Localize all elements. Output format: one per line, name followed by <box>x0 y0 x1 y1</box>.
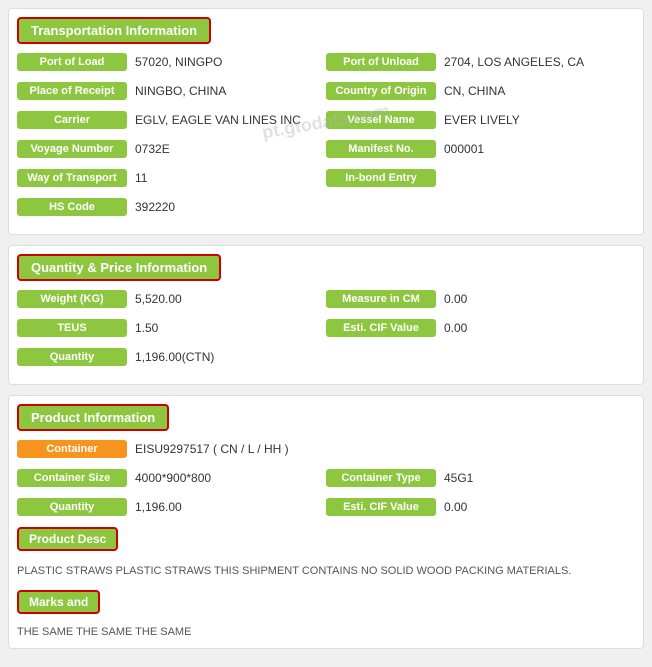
teus-field: TEUS 1.50 <box>17 318 326 338</box>
transport-row-5: Way of Transport 11 In-bond Entry <box>17 168 635 192</box>
carrier-value: EGLV, EAGLE VAN LINES INC <box>127 110 309 130</box>
voyage-number-field: Voyage Number 0732E <box>17 139 326 159</box>
weight-value: 5,520.00 <box>127 289 190 309</box>
manifest-no-label: Manifest No. <box>326 140 436 158</box>
measure-field: Measure in CM 0.00 <box>326 289 635 309</box>
teus-label: TEUS <box>17 319 127 337</box>
product-quantity-label: Quantity <box>17 498 127 516</box>
container-size-value: 4000*900*800 <box>127 468 219 488</box>
transportation-section: pt.gtodata.com Transportation Informatio… <box>8 8 644 235</box>
product-section: Product Information Container EISU929751… <box>8 395 644 649</box>
port-of-unload-field: Port of Unload 2704, LOS ANGELES, CA <box>326 52 635 72</box>
esti-cif-field: Esti. CIF Value 0.00 <box>326 318 635 338</box>
transport-row-1: Port of Load 57020, NINGPO Port of Unloa… <box>17 52 635 76</box>
product-quantity-field: Quantity 1,196.00 <box>17 497 326 517</box>
port-of-unload-label: Port of Unload <box>326 53 436 71</box>
port-of-load-label: Port of Load <box>17 53 127 71</box>
teus-value: 1.50 <box>127 318 166 338</box>
container-type-label: Container Type <box>326 469 436 487</box>
container-label: Container <box>17 440 127 458</box>
product-desc-text: PLASTIC STRAWS PLASTIC STRAWS THIS SHIPM… <box>17 559 635 586</box>
port-of-unload-value: 2704, LOS ANGELES, CA <box>436 52 592 72</box>
quantity-row-2: TEUS 1.50 Esti. CIF Value 0.00 <box>17 318 635 342</box>
quantity-section: Quantity & Price Information Weight (KG)… <box>8 245 644 385</box>
place-of-receipt-field: Place of Receipt NINGBO, CHINA <box>17 81 326 101</box>
transport-row-2: Place of Receipt NINGBO, CHINA Country o… <box>17 81 635 105</box>
product-quantity-value: 1,196.00 <box>127 497 190 517</box>
product-desc-block: Product Desc PLASTIC STRAWS PLASTIC STRA… <box>17 527 635 586</box>
product-row-container: Container EISU9297517 ( CN / L / HH ) <box>17 439 635 463</box>
marks-header: Marks and <box>17 590 100 614</box>
product-esti-cif-field: Esti. CIF Value 0.00 <box>326 497 635 517</box>
place-of-receipt-label: Place of Receipt <box>17 82 127 100</box>
container-size-label: Container Size <box>17 469 127 487</box>
port-of-load-field: Port of Load 57020, NINGPO <box>17 52 326 72</box>
vessel-name-label: Vessel Name <box>326 111 436 129</box>
hs-code-value: 392220 <box>127 197 183 217</box>
container-type-field: Container Type 45G1 <box>326 468 635 488</box>
way-of-transport-label: Way of Transport <box>17 169 127 187</box>
way-of-transport-field: Way of Transport 11 <box>17 168 326 188</box>
quantity-value: 1,196.00(CTN) <box>127 347 222 367</box>
marks-block: Marks and THE SAME THE SAME THE SAME <box>17 590 635 640</box>
country-of-origin-label: Country of Origin <box>326 82 436 100</box>
manifest-no-value: 000001 <box>436 139 492 159</box>
container-value: EISU9297517 ( CN / L / HH ) <box>127 439 297 459</box>
vessel-name-value: EVER LIVELY <box>436 110 528 130</box>
container-row: Container EISU9297517 ( CN / L / HH ) <box>17 439 635 459</box>
product-row-1: Container Size 4000*900*800 Container Ty… <box>17 468 635 492</box>
quantity-label: Quantity <box>17 348 127 366</box>
port-of-load-value: 57020, NINGPO <box>127 52 230 72</box>
in-bond-entry-value <box>436 175 452 181</box>
transport-row-3: Carrier EGLV, EAGLE VAN LINES INC Vessel… <box>17 110 635 134</box>
vessel-name-field: Vessel Name EVER LIVELY <box>326 110 635 130</box>
product-desc-header: Product Desc <box>17 527 118 551</box>
hs-code-label: HS Code <box>17 198 127 216</box>
place-of-receipt-value: NINGBO, CHINA <box>127 81 234 101</box>
container-type-value: 45G1 <box>436 468 481 488</box>
country-of-origin-field: Country of Origin CN, CHINA <box>326 81 635 101</box>
quantity-row-3: Quantity 1,196.00(CTN) <box>17 347 635 371</box>
carrier-label: Carrier <box>17 111 127 129</box>
in-bond-entry-field: In-bond Entry <box>326 169 635 187</box>
container-size-field: Container Size 4000*900*800 <box>17 468 326 488</box>
transportation-header: Transportation Information <box>17 17 211 44</box>
esti-cif-value: 0.00 <box>436 318 475 338</box>
weight-field: Weight (KG) 5,520.00 <box>17 289 326 309</box>
measure-value: 0.00 <box>436 289 475 309</box>
product-esti-cif-value: 0.00 <box>436 497 475 517</box>
way-of-transport-value: 11 <box>127 168 155 188</box>
transport-row-4: Voyage Number 0732E Manifest No. 000001 <box>17 139 635 163</box>
product-header: Product Information <box>17 404 169 431</box>
quantity-field: Quantity 1,196.00(CTN) <box>17 347 635 367</box>
manifest-no-field: Manifest No. 000001 <box>326 139 635 159</box>
product-row-2: Quantity 1,196.00 Esti. CIF Value 0.00 <box>17 497 635 521</box>
measure-label: Measure in CM <box>326 290 436 308</box>
transport-row-6: HS Code 392220 <box>17 197 635 221</box>
quantity-row-1: Weight (KG) 5,520.00 Measure in CM 0.00 <box>17 289 635 313</box>
country-of-origin-value: CN, CHINA <box>436 81 513 101</box>
in-bond-entry-label: In-bond Entry <box>326 169 436 187</box>
voyage-number-label: Voyage Number <box>17 140 127 158</box>
carrier-field: Carrier EGLV, EAGLE VAN LINES INC <box>17 110 326 130</box>
weight-label: Weight (KG) <box>17 290 127 308</box>
product-esti-cif-label: Esti. CIF Value <box>326 498 436 516</box>
quantity-header: Quantity & Price Information <box>17 254 221 281</box>
hs-code-field: HS Code 392220 <box>17 197 635 217</box>
voyage-number-value: 0732E <box>127 139 178 159</box>
esti-cif-label: Esti. CIF Value <box>326 319 436 337</box>
